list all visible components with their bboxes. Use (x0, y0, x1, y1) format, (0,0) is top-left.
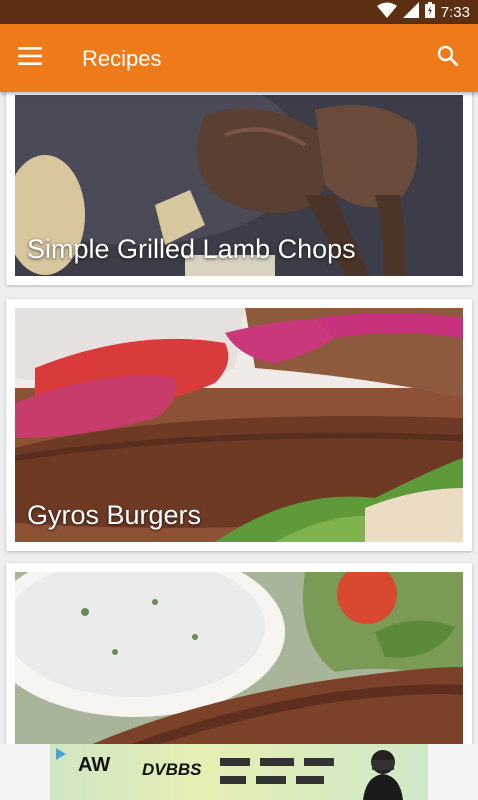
status-bar: 7:33 (0, 0, 478, 24)
search-icon (437, 45, 459, 72)
recipe-card[interactable]: Simple Grilled Lamb Chops (6, 92, 472, 285)
app-bar: Recipes (0, 24, 478, 92)
status-time: 7:33 (440, 3, 470, 21)
ad-banner[interactable]: AW DVBBS (50, 744, 428, 800)
menu-button[interactable] (8, 36, 52, 80)
recipe-list[interactable]: Simple Grilled Lamb Chops Gyros Burgers (0, 92, 478, 744)
ad-brand-logo: AW (78, 754, 111, 776)
ad-banner-container: AW DVBBS (0, 744, 478, 800)
recipe-image (15, 572, 463, 744)
ad-choices-icon[interactable] (54, 747, 68, 766)
recipe-card[interactable] (6, 563, 472, 744)
page-title: Recipes (82, 46, 162, 71)
battery-icon (424, 1, 435, 23)
recipe-title: Simple Grilled Lamb Chops (27, 234, 356, 264)
signal-icon (402, 1, 419, 23)
wifi-icon (376, 2, 397, 23)
ad-headline: DVBBS (142, 760, 202, 779)
ad-sponsor-logos (220, 758, 334, 784)
recipe-title: Gyros Burgers (27, 500, 202, 530)
recipe-card[interactable]: Gyros Burgers (6, 299, 472, 551)
search-button[interactable] (426, 36, 470, 80)
hamburger-menu-icon (18, 46, 42, 70)
